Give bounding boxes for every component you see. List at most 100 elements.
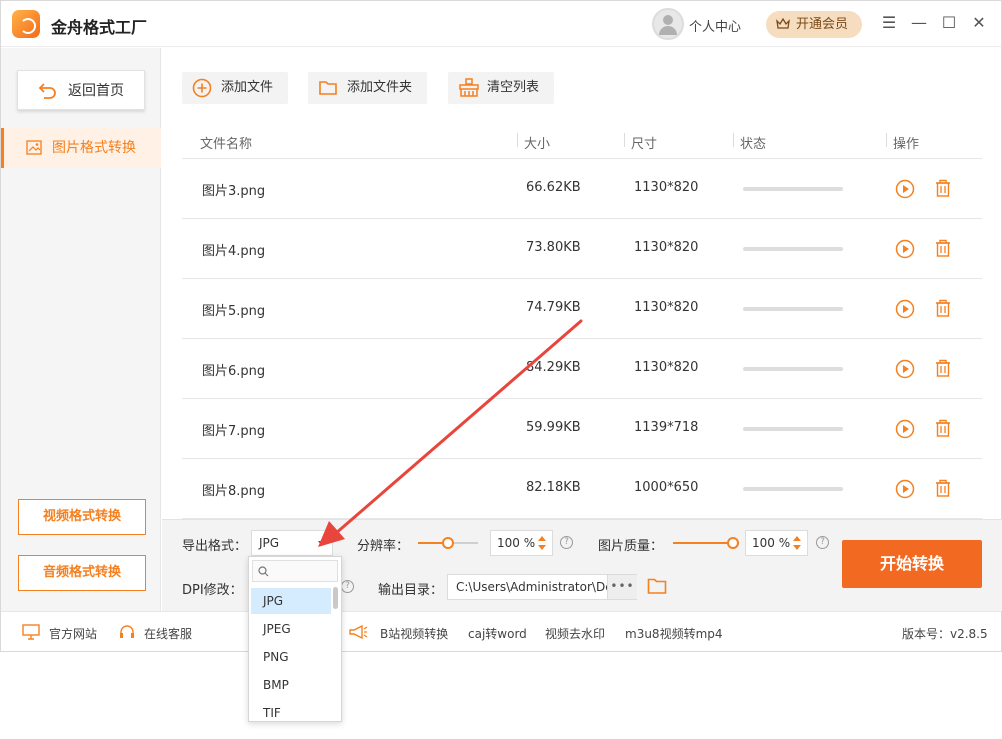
dropdown-option[interactable]: JPG (251, 588, 331, 614)
vip-button[interactable]: 开通会员 (766, 11, 862, 38)
crown-icon (776, 18, 790, 29)
add-file-button[interactable]: 添加文件 (182, 72, 288, 104)
trash-icon[interactable] (934, 298, 952, 318)
file-size: 73.80KB (526, 240, 581, 255)
add-folder-button[interactable]: 添加文件夹 (308, 72, 427, 104)
sidebar-item-image-convert[interactable]: 图片格式转换 (1, 128, 161, 168)
progress-bar (743, 487, 843, 491)
increment-icon[interactable] (538, 536, 546, 541)
play-icon[interactable] (895, 359, 915, 379)
file-dimensions: 1130*820 (634, 360, 699, 375)
play-icon[interactable] (895, 179, 915, 199)
file-dimensions: 1139*718 (634, 420, 699, 435)
quality-spinbox[interactable]: 100 % (745, 530, 808, 556)
resolution-slider[interactable] (418, 537, 478, 549)
format-value: JPG (259, 536, 280, 550)
user-center-link[interactable]: 个人中心 (689, 16, 741, 35)
play-icon[interactable] (895, 419, 915, 439)
file-name: 图片5.png (202, 304, 266, 319)
quality-slider-knob[interactable] (727, 537, 739, 549)
table-row: 图片4.png 73.80KB 1130*820 (182, 219, 982, 279)
dropdown-search-input[interactable] (252, 560, 338, 582)
sidebar-item-label: 图片格式转换 (52, 140, 136, 156)
dropdown-option[interactable]: JPEG (251, 616, 331, 642)
format-dropdown-list: JPG JPEG PNG BMP TIF (248, 556, 342, 722)
vip-label: 开通会员 (796, 17, 849, 32)
browse-button[interactable]: ••• (607, 575, 637, 599)
trash-icon[interactable] (934, 238, 952, 258)
table-row: 图片8.png 82.18KB 1000*650 (182, 459, 982, 519)
file-name: 图片7.png (202, 424, 266, 439)
footer-link-m3u8[interactable]: m3u8视频转mp4 (625, 625, 723, 642)
resolution-slider-knob[interactable] (442, 537, 454, 549)
format-select[interactable]: JPG (251, 530, 333, 556)
version-label: 版本号：v2.8.5 (902, 627, 988, 641)
user-avatar-icon[interactable] (652, 8, 684, 40)
dropdown-option[interactable]: TIF (251, 700, 331, 721)
resolution-help-icon[interactable]: ? (560, 536, 573, 549)
video-convert-button[interactable]: 视频格式转换 (18, 499, 146, 535)
play-icon[interactable] (895, 299, 915, 319)
minimize-icon[interactable]: — (910, 14, 928, 32)
col-dimensions: 尺寸 (631, 137, 658, 152)
back-arrow-icon (38, 83, 56, 99)
col-status: 状态 (740, 137, 767, 152)
dpi-help-icon[interactable]: ? (341, 580, 354, 593)
trash-icon[interactable] (934, 178, 952, 198)
play-icon[interactable] (895, 479, 915, 499)
file-name: 图片6.png (202, 364, 266, 379)
progress-bar (743, 427, 843, 431)
dropdown-option[interactable]: PNG (251, 644, 331, 670)
file-name: 图片4.png (202, 244, 266, 259)
trash-icon[interactable] (934, 358, 952, 378)
quality-slider[interactable] (673, 537, 739, 549)
image-icon (26, 140, 42, 155)
footer-bar: 官方网站 在线客服 B站视频转换 caj转word 视频去水印 m3u8视频转m… (1, 611, 1001, 651)
file-dimensions: 1130*820 (634, 300, 699, 315)
footer-link-watermark[interactable]: 视频去水印 (545, 625, 605, 642)
start-convert-button[interactable]: 开始转换 (842, 540, 982, 588)
file-name: 图片8.png (202, 484, 266, 499)
col-actions: 操作 (893, 137, 920, 152)
file-dimensions: 1000*650 (634, 480, 699, 495)
decrement-icon[interactable] (793, 545, 801, 550)
footer-link-bilibili[interactable]: B站视频转换 (380, 625, 448, 642)
progress-bar (743, 367, 843, 371)
official-website-link[interactable]: 官方网站 (49, 625, 97, 642)
sidebar: 返回首页 图片格式转换 视频格式转换 音频格式转换 (1, 48, 161, 611)
quality-help-icon[interactable]: ? (816, 536, 829, 549)
file-size: 74.79KB (526, 300, 581, 315)
file-size: 59.99KB (526, 420, 581, 435)
table-row: 图片7.png 59.99KB 1139*718 (182, 399, 982, 459)
resolution-spinbox[interactable]: 100 % (490, 530, 553, 556)
file-size: 66.62KB (526, 180, 581, 195)
home-button[interactable]: 返回首页 (17, 70, 145, 110)
table-row: 图片5.png 74.79KB 1130*820 (182, 279, 982, 339)
monitor-icon (22, 624, 40, 640)
play-icon[interactable] (895, 239, 915, 259)
audio-convert-button[interactable]: 音频格式转换 (18, 555, 146, 591)
output-label: 输出目录： (378, 583, 444, 598)
broom-icon (459, 78, 479, 97)
footer-link-caj[interactable]: caj转word (468, 625, 527, 642)
close-icon[interactable]: ✕ (970, 14, 988, 32)
menu-icon[interactable]: ☰ (880, 14, 898, 32)
open-folder-icon[interactable] (647, 577, 667, 595)
title-bar: 金舟格式工厂 个人中心 开通会员 ☰ — ☐ ✕ (1, 1, 1001, 47)
increment-icon[interactable] (793, 536, 801, 541)
folder-icon (319, 81, 337, 95)
resolution-value: 100 % (497, 536, 536, 550)
home-label: 返回首页 (68, 83, 124, 99)
online-support-link[interactable]: 在线客服 (144, 625, 192, 642)
app-title: 金舟格式工厂 (51, 18, 148, 37)
trash-icon[interactable] (934, 418, 952, 438)
trash-icon[interactable] (934, 478, 952, 498)
file-dimensions: 1130*820 (634, 240, 699, 255)
dropdown-option[interactable]: BMP (251, 672, 331, 698)
dropdown-scrollbar[interactable] (333, 587, 338, 609)
maximize-icon[interactable]: ☐ (940, 14, 958, 32)
table-row: 图片3.png 66.62KB 1130*820 (182, 159, 982, 219)
clear-list-button[interactable]: 清空列表 (448, 72, 554, 104)
decrement-icon[interactable] (538, 545, 546, 550)
file-size: 82.18KB (526, 480, 581, 495)
